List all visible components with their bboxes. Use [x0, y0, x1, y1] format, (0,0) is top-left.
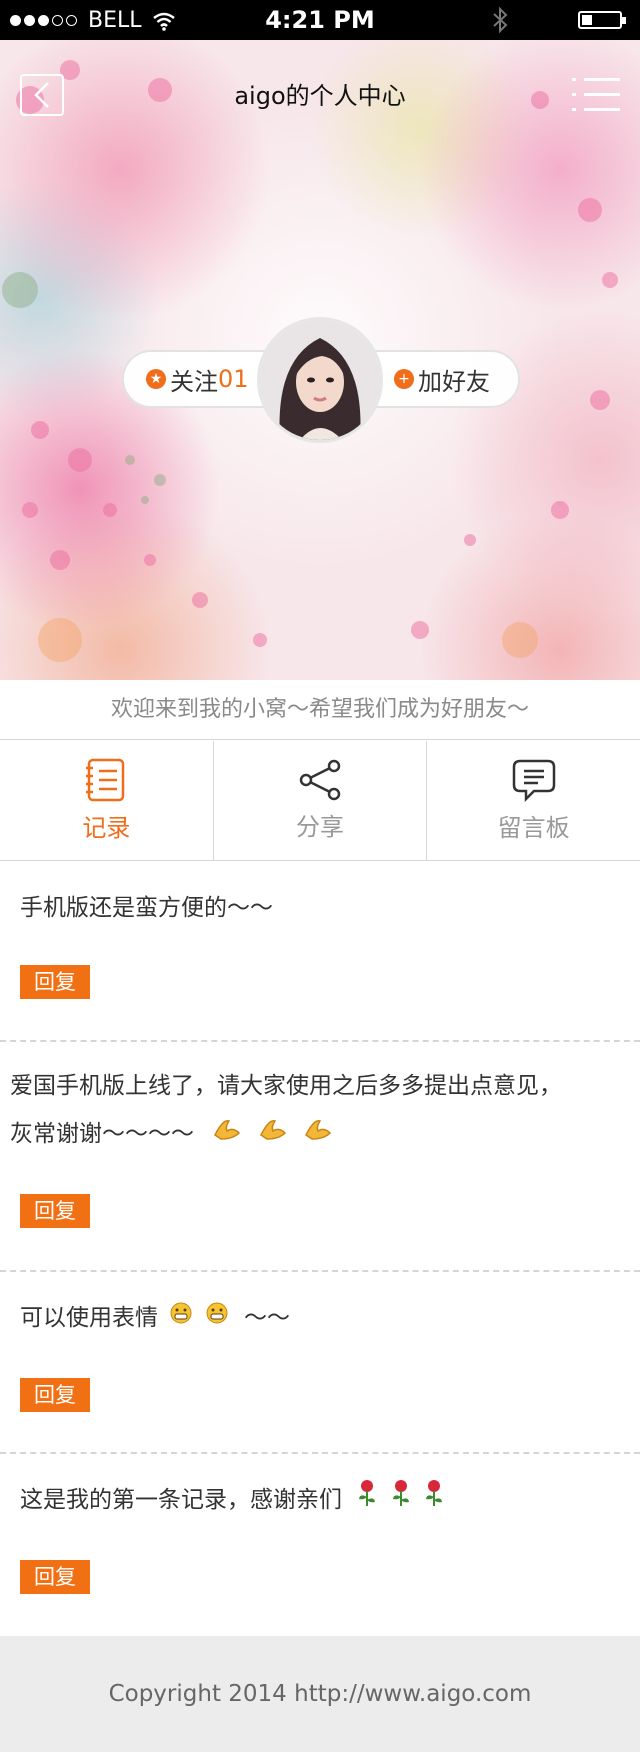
tab-message-board-label: 留言板: [497, 814, 570, 842]
record-text: 可以使用表情 ～～: [20, 1294, 290, 1342]
grin-face-icon: [205, 1294, 229, 1342]
share-icon: [299, 759, 341, 801]
reply-button[interactable]: 回复: [20, 1560, 90, 1594]
tab-share-label: 分享: [296, 813, 344, 841]
record-item: 这是我的第一条记录，感谢亲们 回复: [0, 1454, 640, 1636]
message-board-icon: [512, 759, 555, 802]
record-item: 可以使用表情 ～～ 回复: [0, 1272, 640, 1454]
status-bar: BELL 4:21 PM: [0, 0, 640, 40]
follow-label: 关注: [170, 367, 218, 396]
tab-records-label: 记录: [82, 814, 131, 842]
record-text: 手机版还是蛮方便的～～: [20, 895, 273, 921]
avatar[interactable]: [257, 317, 383, 443]
page-title: aigo的个人中心: [234, 82, 406, 110]
battery-fill: [582, 15, 592, 25]
welcome-banner: 欢迎来到我的小窝～希望我们成为好朋友～: [0, 680, 640, 740]
tab-records[interactable]: 记录: [0, 741, 214, 860]
record-text: 爱国手机版上线了，请大家使用之后多多提出点意见， 灰常谢谢～～～～: [10, 1062, 562, 1158]
tab-share[interactable]: 分享: [214, 741, 428, 860]
status-time: 4:21 PM: [265, 6, 375, 34]
profile-hero: aigo的个人中心 ★ 关注 01 + 加好友: [0, 40, 640, 680]
clap-hand-icon: [304, 1110, 332, 1158]
record-text: 这是我的第一条记录，感谢亲们: [20, 1476, 446, 1524]
notebook-icon: [86, 758, 125, 802]
add-friend-button[interactable]: + 加好友: [360, 350, 520, 408]
record-list: 手机版还是蛮方便的～～ 回复 爱国手机版上线了，请大家使用之后多多提出点意见， …: [0, 862, 640, 1636]
rose-icon: [422, 1476, 446, 1524]
reply-button[interactable]: 回复: [20, 965, 90, 999]
add-friend-label: 加好友: [418, 367, 490, 396]
rose-icon: [389, 1476, 413, 1524]
reply-button[interactable]: 回复: [20, 1194, 90, 1228]
footer-copyright: Copyright 2014 http://www.aigo.com: [0, 1636, 640, 1752]
clap-hand-icon: [213, 1110, 241, 1158]
star-circle-icon: ★: [146, 369, 166, 389]
clap-hand-icon: [259, 1110, 287, 1158]
grin-face-icon: [169, 1294, 193, 1342]
battery-icon: [578, 11, 626, 29]
record-item: 爱国手机版上线了，请大家使用之后多多提出点意见， 灰常谢谢～～～～ 回复: [0, 1042, 640, 1272]
avatar-portrait: [260, 320, 380, 440]
menu-button[interactable]: [572, 74, 620, 116]
plus-circle-icon: +: [394, 369, 414, 389]
bluetooth-icon: [493, 6, 508, 34]
reply-button[interactable]: 回复: [20, 1378, 90, 1412]
record-item: 手机版还是蛮方便的～～ 回复: [0, 862, 640, 1042]
rose-icon: [355, 1476, 379, 1524]
tab-message-board[interactable]: 留言板: [427, 741, 640, 860]
follow-count: 01: [218, 365, 249, 393]
tab-bar: 记录 分享 留言板: [0, 741, 640, 861]
